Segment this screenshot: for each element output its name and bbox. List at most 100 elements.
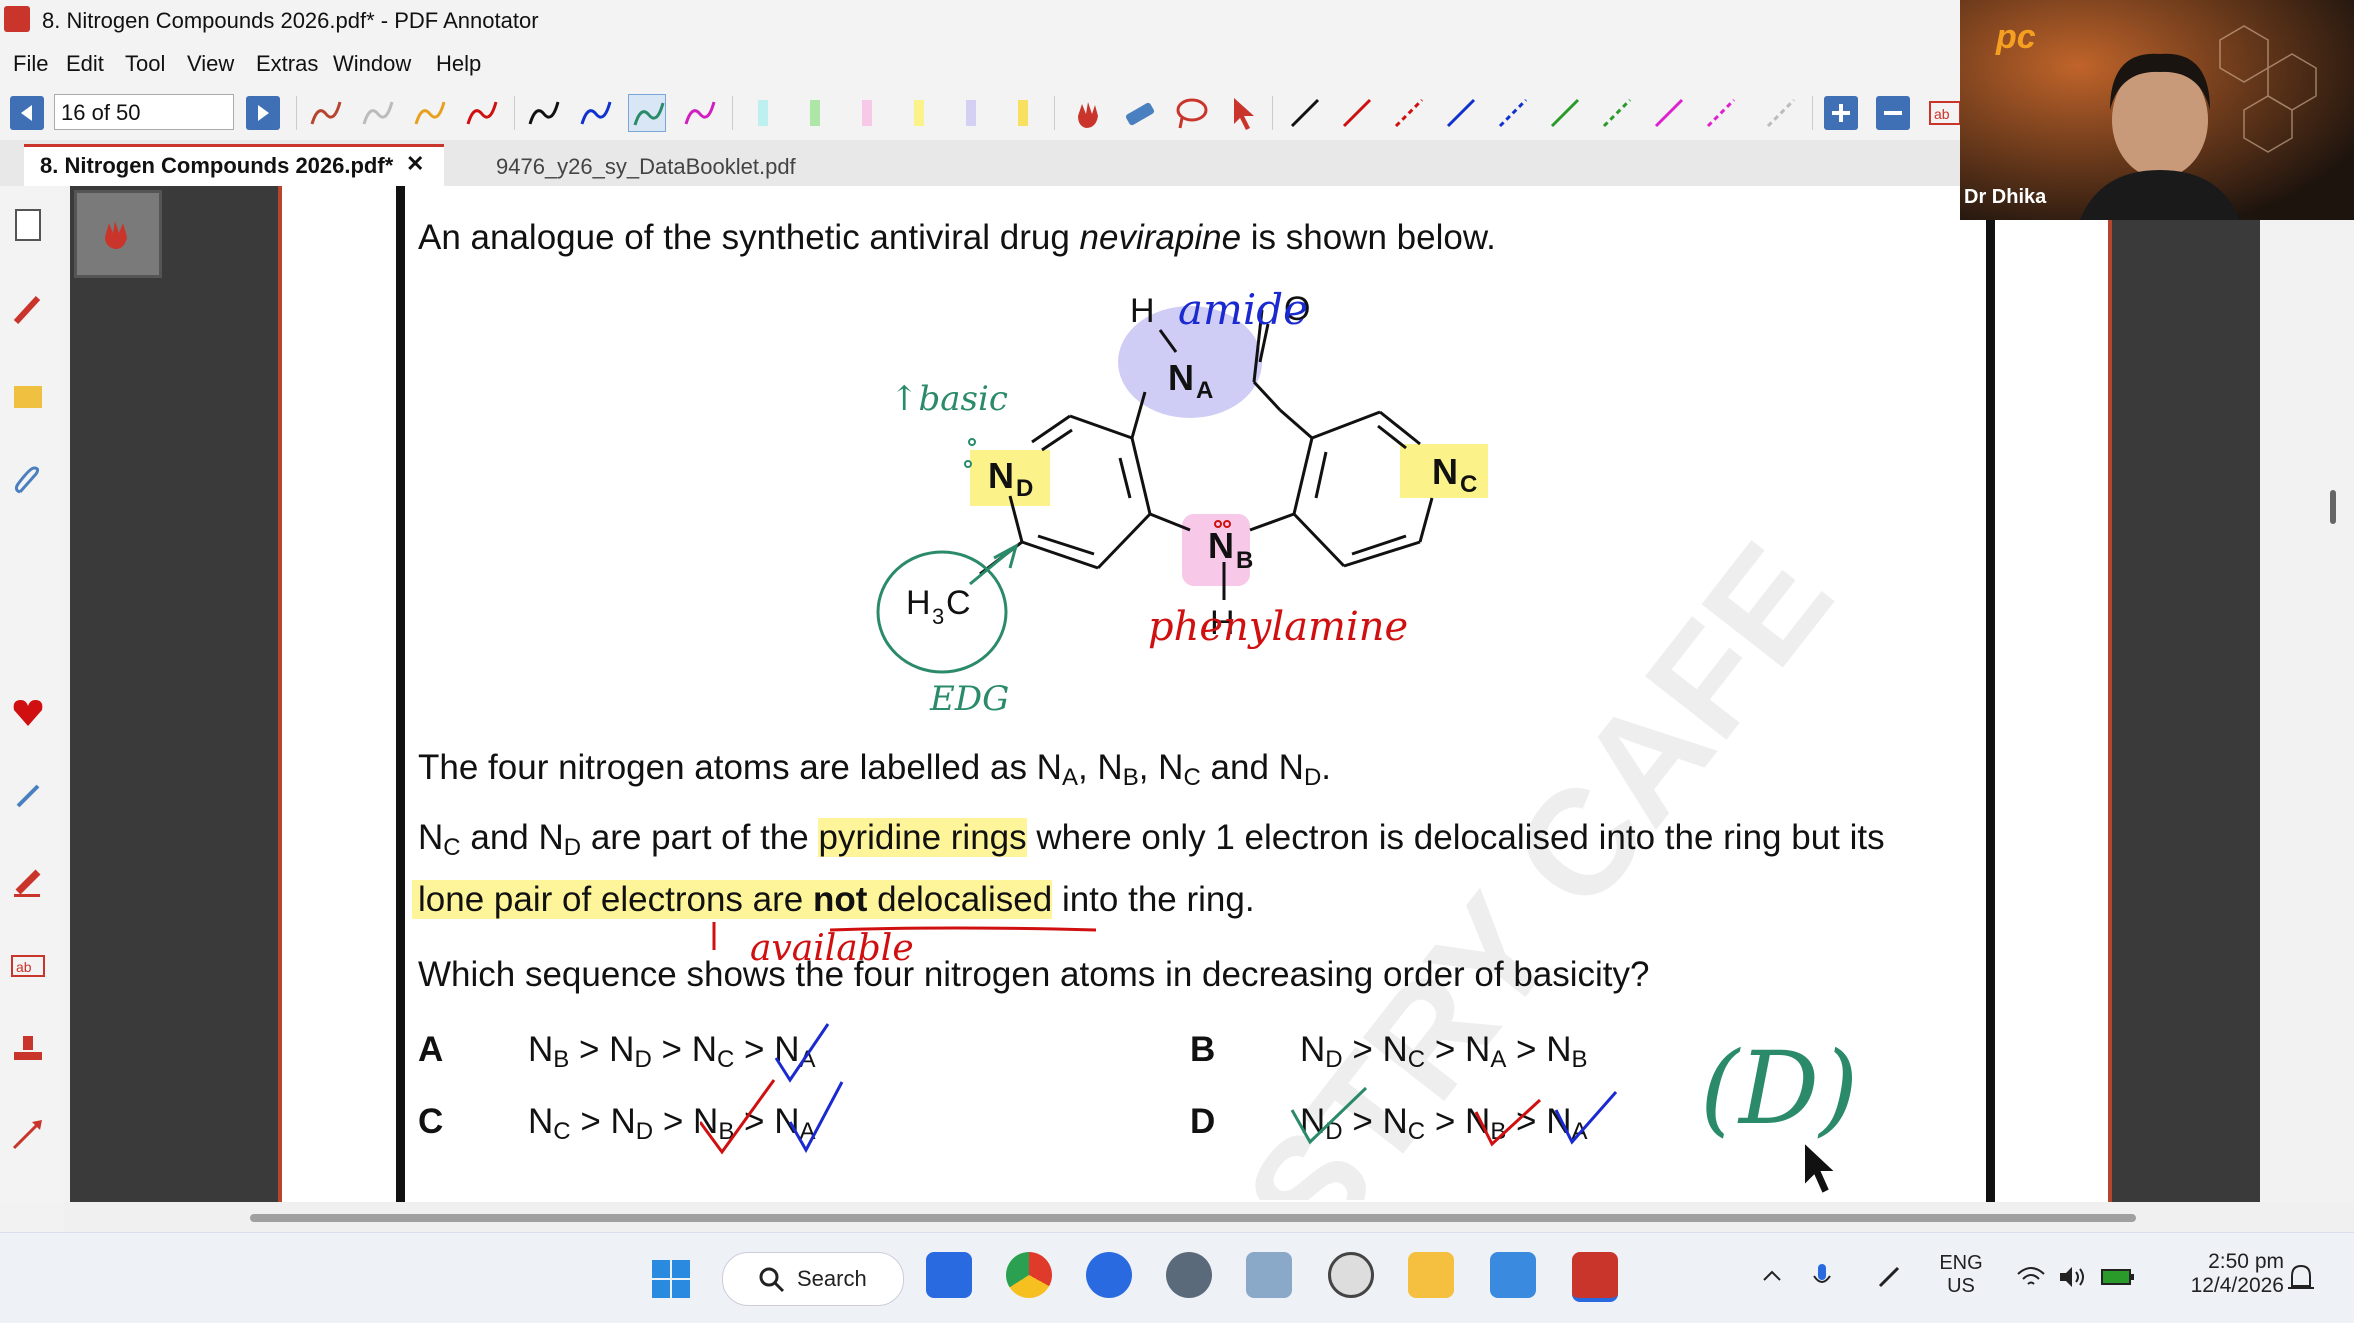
search-label: Search [797,1266,867,1291]
arrow-icon [12,1120,42,1150]
pen-stroke-icon [633,102,665,126]
tab-close-icon[interactable]: ✕ [406,151,424,177]
blank-page-tool[interactable] [8,204,48,244]
text-box-icon: ab [1929,101,1961,125]
attach-tool[interactable] [8,462,48,502]
microphone-icon[interactable] [1810,1262,1846,1292]
line-grey-dashed-tool[interactable] [1762,94,1800,132]
page-number-input[interactable]: 16 of 50 [54,94,234,130]
line-red-tool[interactable] [1338,94,1376,132]
highlighter-gold-tool[interactable] [1004,94,1042,132]
pen-crimson-tool[interactable] [462,94,500,132]
line-icon [1446,98,1476,128]
hand-tool[interactable] [1068,94,1106,132]
horizontal-scrollbar[interactable] [250,1214,2136,1222]
pdf-annotator-icon[interactable] [1572,1252,1618,1302]
eraser-tool[interactable] [1120,94,1158,132]
pen-orange-tool[interactable] [410,94,448,132]
line-green-tool[interactable] [1546,94,1584,132]
highlighter-lavender-tool[interactable] [952,94,990,132]
stamp-icon [14,1036,42,1060]
word-icon[interactable] [1490,1252,1536,1298]
line-black-tool[interactable] [1286,94,1324,132]
next-page-button[interactable] [246,96,280,130]
menu-window[interactable]: Window [333,51,411,77]
pen-stroke-icon [414,101,446,125]
dropbox-icon[interactable] [926,1252,972,1298]
highlighter-icon [810,100,820,126]
wifi-icon[interactable] [2016,1264,2046,1290]
chevron-up-icon[interactable] [1760,1264,1784,1288]
pen-blue-tool[interactable] [576,94,614,132]
dashed-line-icon [1498,98,1528,128]
highlighter-tool[interactable] [8,862,48,902]
svg-text:ab: ab [16,959,32,975]
atom-nb: N [1208,525,1234,566]
line-blue-tool[interactable] [1442,94,1480,132]
highlighter-pink-tool[interactable] [848,94,886,132]
vertical-scrollbar[interactable] [2330,490,2336,524]
pen-red-tool[interactable] [306,94,344,132]
highlighter-icon [758,100,768,126]
notifications-icon[interactable] [2286,1264,2316,1292]
tab-data-booklet[interactable]: 9476_y26_sy_DataBooklet.pdf [470,146,810,186]
pen-stroke-icon [310,101,342,125]
app-tool-icon[interactable] [1246,1252,1292,1298]
line-green-dashed-tool[interactable] [1598,94,1636,132]
text-box-tool[interactable]: ab [1926,94,1964,132]
select-tool[interactable] [1224,94,1262,132]
battery-icon[interactable] [2100,1266,2136,1288]
volume-icon[interactable] [2058,1264,2088,1290]
question-text: Which sequence shows the four nitrogen a… [418,955,1650,994]
zoom-in-button[interactable] [1824,96,1858,130]
annotation-edg: EDG [929,679,1009,719]
svg-text:ab: ab [1934,106,1950,122]
page-thumbnail[interactable] [74,190,162,278]
lasso-tool[interactable] [1172,94,1210,132]
clock-app-icon[interactable] [1328,1252,1374,1298]
pen-tool[interactable] [8,290,48,330]
arrow-tool[interactable] [8,1114,48,1154]
menu-file[interactable]: File [13,51,48,77]
app-compass-icon[interactable] [1166,1252,1212,1298]
highlighter-yellow-tool[interactable] [900,94,938,132]
webcam-overlay: pc Dr Dhika [1960,0,2354,220]
menu-extras[interactable]: Extras [256,51,318,77]
zoom-out-button[interactable] [1876,96,1910,130]
chrome-icon[interactable] [1006,1252,1052,1298]
arrow-left-icon [21,105,32,121]
taskbar-search[interactable]: Search [722,1252,904,1306]
zoom-icon[interactable] [1086,1252,1132,1298]
highlighter-green-tool[interactable] [796,94,834,132]
atom-nd: N [988,455,1014,496]
pen-menu-icon[interactable] [1874,1262,1904,1292]
menu-edit[interactable]: Edit [66,51,104,77]
pen-stroke-icon [466,101,498,125]
stamp-tool[interactable] [8,1030,48,1070]
menu-help[interactable]: Help [436,51,481,77]
pen-grey-tool[interactable] [358,94,396,132]
system-clock[interactable]: 2:50 pm 12/4/2026 [2164,1250,2284,1298]
menu-view[interactable]: View [187,51,234,77]
annotation-amide: amide [1178,285,1308,334]
start-button[interactable] [648,1256,694,1302]
pen-black-tool[interactable] [524,94,562,132]
pen-magenta-tool[interactable] [680,94,718,132]
line-blue-dashed-tool[interactable] [1494,94,1532,132]
menu-tool[interactable]: Tool [125,51,165,77]
tab-nitrogen-compounds[interactable]: 8. Nitrogen Compounds 2026.pdf* ✕ [24,144,444,186]
line-magenta-dashed-tool[interactable] [1702,94,1740,132]
line-red-dashed-tool[interactable] [1390,94,1428,132]
favorite-tool[interactable] [8,692,48,732]
window-title: 8. Nitrogen Compounds 2026.pdf* - PDF An… [42,8,539,33]
note-tool[interactable] [8,376,48,416]
nevirapine-structure: H O N A N D N C N B H H 3 C amide ↑basic… [876,285,1488,719]
highlighter-cyan-tool[interactable] [744,94,782,132]
text-field-tool[interactable]: ab [8,946,48,986]
previous-page-button[interactable] [10,96,44,130]
pen-teal-tool[interactable] [628,94,666,132]
language-indicator[interactable]: ENG US [1936,1252,1986,1298]
signature-tool[interactable] [8,776,48,816]
file-explorer-icon[interactable] [1408,1252,1454,1298]
line-magenta-tool[interactable] [1650,94,1688,132]
